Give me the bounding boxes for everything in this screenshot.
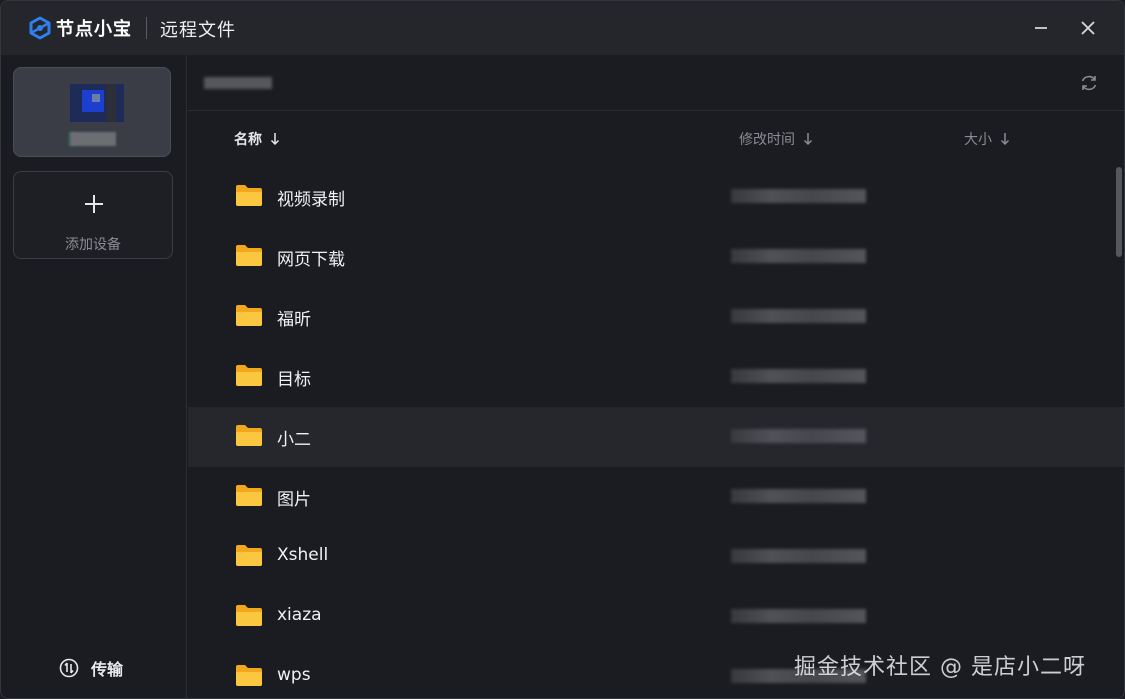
folder-icon: [236, 545, 262, 566]
add-device-button[interactable]: 添加设备: [13, 171, 173, 259]
app-name: 节点小宝: [56, 19, 132, 40]
modified-time-blurred: [731, 549, 866, 563]
transfer-label: 传输: [91, 660, 124, 679]
modified-time-blurred: [731, 369, 866, 383]
file-browser: 名称 修改时间 大小 视频录制 网页下载 福昕 目标 小二 图片 Xshell …: [188, 55, 1124, 698]
file-name: 小二: [277, 430, 311, 450]
column-header-name[interactable]: 名称: [234, 129, 280, 149]
column-size-label: 大小: [964, 132, 992, 148]
modified-time-blurred: [731, 309, 866, 323]
file-row[interactable]: Xshell: [188, 527, 1124, 587]
folder-icon: [236, 605, 262, 626]
file-row[interactable]: 网页下载: [188, 227, 1124, 287]
current-path-blurred: [204, 77, 272, 89]
column-name-label: 名称: [234, 132, 262, 148]
remote-files-window: 节点小宝 远程文件 添加设备 传输 名称 修改时间 大小 视频录制 网页下载 福…: [0, 0, 1125, 699]
column-header-row: 名称 修改时间 大小: [188, 111, 1124, 167]
file-row[interactable]: 视频录制: [188, 167, 1124, 227]
close-icon: [1081, 21, 1095, 35]
column-header-size[interactable]: 大小: [964, 129, 1010, 149]
file-list: 视频录制 网页下载 福昕 目标 小二 图片 Xshell xiaza wps: [188, 167, 1124, 698]
device-name-blurred: [70, 132, 116, 146]
path-bar: [188, 55, 1124, 111]
file-name: wps: [277, 665, 311, 685]
watermark: 掘金技术社区 @ 是店小二呀: [794, 655, 1086, 680]
page-title: 远程文件: [160, 20, 236, 41]
minimize-button[interactable]: [1026, 13, 1056, 43]
column-header-modified[interactable]: 修改时间: [739, 129, 813, 149]
arrow-down-icon: [803, 133, 813, 146]
folder-icon: [236, 425, 262, 446]
transfer-icon: [59, 658, 79, 678]
file-name: Xshell: [277, 545, 329, 565]
app-logo-icon: [29, 16, 51, 40]
file-row[interactable]: 福昕: [188, 287, 1124, 347]
close-button[interactable]: [1073, 13, 1103, 43]
folder-icon: [236, 185, 262, 206]
modified-time-blurred: [731, 189, 866, 203]
file-name: 视频录制: [277, 190, 345, 210]
file-row[interactable]: xiaza: [188, 587, 1124, 647]
title-divider: [146, 17, 147, 39]
folder-icon: [236, 365, 262, 386]
add-device-label: 添加设备: [65, 237, 121, 253]
device-card-selected[interactable]: [13, 67, 171, 157]
modified-time-blurred: [731, 249, 866, 263]
transfer-button[interactable]: 传输: [59, 656, 123, 680]
folder-icon: [236, 665, 262, 686]
file-name: 图片: [277, 490, 311, 510]
device-thumbnail: [70, 84, 124, 122]
folder-icon: [236, 305, 262, 326]
arrow-down-icon: [1000, 133, 1010, 146]
refresh-icon[interactable]: [1078, 72, 1100, 94]
vertical-scrollbar[interactable]: [1116, 167, 1122, 257]
modified-time-blurred: [731, 609, 866, 623]
file-row[interactable]: 目标: [188, 347, 1124, 407]
minimize-icon: [1035, 27, 1047, 29]
file-row-hovered[interactable]: 小二: [188, 407, 1124, 467]
file-name: 目标: [277, 370, 311, 390]
file-name: xiaza: [277, 605, 322, 625]
folder-icon: [236, 245, 262, 266]
file-row[interactable]: 图片: [188, 467, 1124, 527]
modified-time-blurred: [731, 429, 866, 443]
column-modified-label: 修改时间: [739, 132, 795, 148]
title-bar: 节点小宝 远程文件: [1, 1, 1124, 55]
file-name: 福昕: [277, 310, 311, 330]
arrow-down-icon: [270, 133, 280, 146]
plus-icon: [85, 195, 103, 213]
file-name: 网页下载: [277, 250, 345, 270]
modified-time-blurred: [731, 489, 866, 503]
folder-icon: [236, 485, 262, 506]
sidebar: 添加设备 传输: [1, 55, 187, 698]
